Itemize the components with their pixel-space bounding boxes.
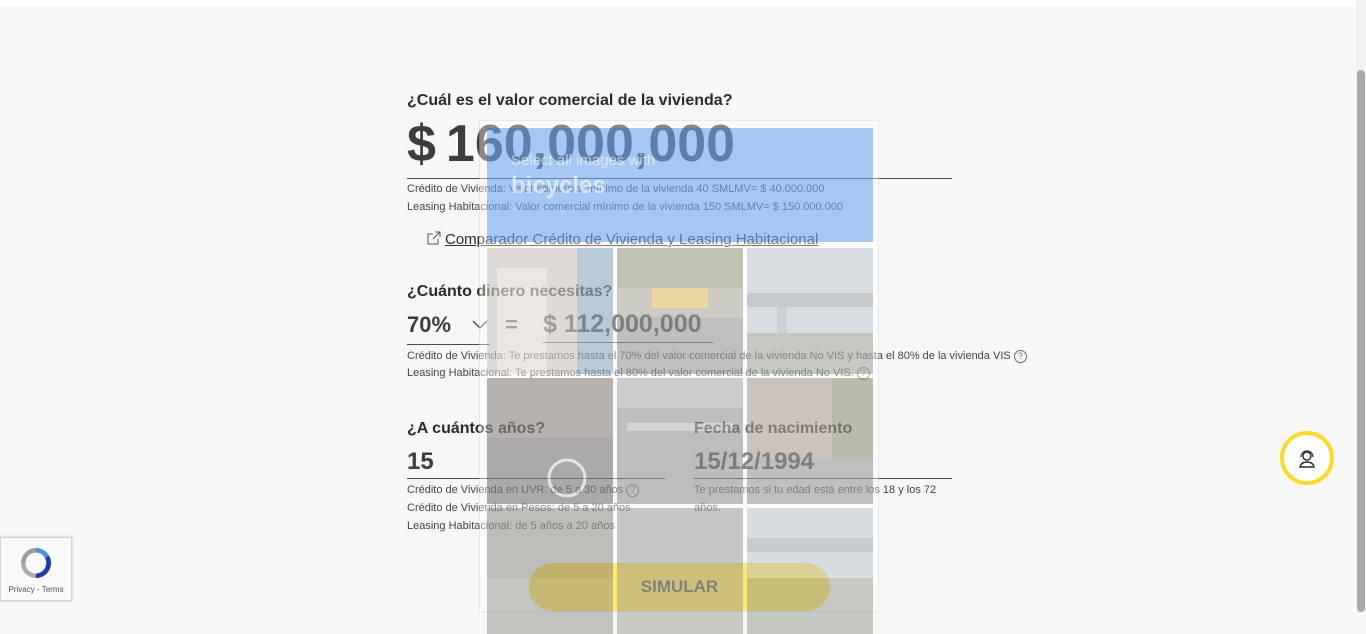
years-input[interactable]: 15 [407,448,434,476]
headset-agent-icon [1299,450,1315,468]
captcha-tile[interactable] [747,508,873,634]
recaptcha-logo-icon [21,548,52,578]
scrollbar-thumb[interactable] [1357,70,1365,612]
captcha-tile[interactable] [617,508,743,634]
percent-select[interactable]: 70% [407,312,451,338]
captcha-tile[interactable] [617,248,743,374]
captcha-instruction: Select all images with [511,152,656,169]
property-value-question: ¿Cuál es el valor comercial de la vivien… [407,92,733,109]
captcha-tile[interactable] [747,378,873,504]
support-chat-button[interactable] [1280,431,1334,485]
top-bar [0,0,1356,6]
recaptcha-badge[interactable]: Privacy - Terms [0,537,72,601]
help-icon[interactable]: ? [1013,349,1027,363]
captcha-target: bicycles [511,172,606,199]
captcha-tile[interactable] [617,378,743,504]
external-link-icon [427,231,441,245]
currency-symbol: $ [407,115,436,173]
recaptcha-privacy-terms[interactable]: Privacy - Terms [1,585,71,594]
captcha-tile[interactable] [487,508,613,634]
captcha-tile[interactable] [747,248,873,374]
percent-underline [407,344,490,345]
captcha-tile[interactable] [487,378,613,504]
captcha-tile[interactable] [487,248,613,374]
